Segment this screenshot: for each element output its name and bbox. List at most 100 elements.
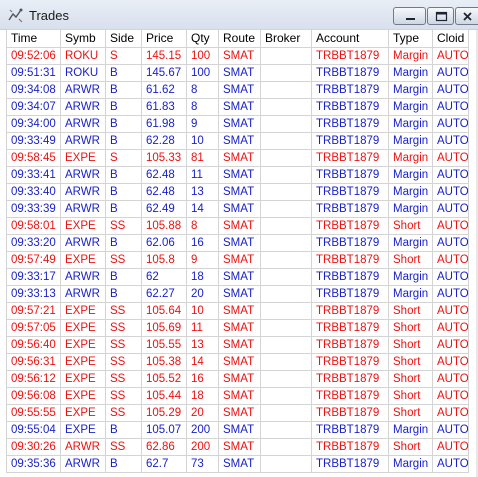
title-bar[interactable]: Trades — [0, 0, 478, 30]
table-row[interactable]: 09:33:13 ARWR B 62.27 20 SMAT TRBBT1879 Margin A… — [6, 285, 469, 303]
cell-cloid: AUTO — [432, 336, 469, 354]
cell-broker — [260, 132, 312, 150]
cell-time: 09:33:49 — [6, 132, 61, 150]
cell-qty: 73 — [186, 455, 219, 473]
cell-account: TRBBT1879 — [311, 234, 389, 252]
table-row[interactable]: 09:52:06 ROKU S 145.15 100 SMAT TRBBT1879 Margi… — [6, 47, 469, 65]
table-row[interactable]: 09:56:31 EXPE SS 105.38 14 SMAT TRBBT1879 Short… — [6, 353, 469, 371]
column-header-symb[interactable]: Symb — [60, 29, 106, 48]
cell-broker — [260, 336, 312, 354]
cell-qty: 14 — [186, 200, 219, 218]
cell-symb: ARWR — [60, 183, 106, 201]
header-row: Time Symb Side Price Qty Route Broker Account Ty… — [6, 29, 469, 48]
cell-type: Margin — [388, 81, 433, 99]
cell-qty: 11 — [186, 166, 219, 184]
cell-time: 09:35:36 — [6, 455, 61, 473]
close-button[interactable] — [455, 7, 478, 25]
column-header-side[interactable]: Side — [105, 29, 142, 48]
cell-symb: ARWR — [60, 455, 106, 473]
column-header-route[interactable]: Route — [218, 29, 261, 48]
maximize-button[interactable] — [427, 7, 454, 25]
cell-broker — [260, 285, 312, 303]
column-header-cloid[interactable]: Cloid — [432, 29, 469, 48]
table-row[interactable]: 09:58:45 EXPE S 105.33 81 SMAT TRBBT1879 Margin… — [6, 149, 469, 167]
cell-qty: 14 — [186, 353, 219, 371]
table-row[interactable]: 09:55:04 EXPE B 105.07 200 SMAT TRBBT1879 Margi… — [6, 421, 469, 439]
cell-type: Margin — [388, 64, 433, 82]
table-row[interactable]: 09:57:05 EXPE SS 105.69 11 SMAT TRBBT1879 Short… — [6, 319, 469, 337]
cell-symb: EXPE — [60, 149, 106, 167]
cell-type: Margin — [388, 455, 433, 473]
cell-symb: ARWR — [60, 132, 106, 150]
minimize-button[interactable] — [393, 7, 426, 25]
table-row[interactable]: 09:57:49 EXPE SS 105.8 9 SMAT TRBBT1879 Short AU… — [6, 251, 469, 269]
table-row[interactable]: 09:56:12 EXPE SS 105.52 16 SMAT TRBBT1879 Short… — [6, 370, 469, 388]
cell-price: 105.69 — [141, 319, 187, 337]
table-row[interactable]: 09:55:55 EXPE SS 105.29 20 SMAT TRBBT1879 Short… — [6, 404, 469, 422]
cell-price: 145.67 — [141, 64, 187, 82]
cell-time: 09:57:49 — [6, 251, 61, 269]
cell-time: 09:34:07 — [6, 98, 61, 116]
table-row[interactable]: 09:56:08 EXPE SS 105.44 18 SMAT TRBBT1879 Short… — [6, 387, 469, 405]
cell-qty: 16 — [186, 234, 219, 252]
cell-broker — [260, 438, 312, 456]
cell-cloid: AUTO — [432, 132, 469, 150]
table-row[interactable]: 09:33:17 ARWR B 62 18 SMAT TRBBT1879 Margin AUTO — [6, 268, 469, 286]
table-row[interactable]: 09:33:40 ARWR B 62.48 13 SMAT TRBBT1879 Margin A… — [6, 183, 469, 201]
table-row[interactable]: 09:33:20 ARWR B 62.06 16 SMAT TRBBT1879 Margin A… — [6, 234, 469, 252]
table-header: Time Symb Side Price Qty Route Broker Account Ty… — [6, 29, 469, 48]
table-row[interactable]: 09:57:21 EXPE SS 105.64 10 SMAT TRBBT1879 Short… — [6, 302, 469, 320]
cell-type: Margin — [388, 166, 433, 184]
table-row[interactable]: 09:33:49 ARWR B 62.28 10 SMAT TRBBT1879 Margin A… — [6, 132, 469, 150]
cell-cloid: AUTO — [432, 217, 469, 235]
cell-time: 09:33:17 — [6, 268, 61, 286]
cell-type: Margin — [388, 115, 433, 133]
cell-price: 61.62 — [141, 81, 187, 99]
cell-symb: ARWR — [60, 438, 106, 456]
cell-route: SMAT — [218, 64, 261, 82]
column-header-account[interactable]: Account — [311, 29, 389, 48]
table-row[interactable]: 09:33:41 ARWR B 62.48 11 SMAT TRBBT1879 Margin A… — [6, 166, 469, 184]
column-header-type[interactable]: Type — [388, 29, 433, 48]
cell-time: 09:52:06 — [6, 47, 61, 65]
table-row[interactable]: 09:34:07 ARWR B 61.83 8 SMAT TRBBT1879 Margin AU… — [6, 98, 469, 116]
cell-account: TRBBT1879 — [311, 353, 389, 371]
cell-time: 09:56:40 — [6, 336, 61, 354]
cell-type: Margin — [388, 98, 433, 116]
cell-symb: ROKU — [60, 47, 106, 65]
table-row[interactable]: 09:30:26 ARWR SS 62.86 200 SMAT TRBBT1879 Short… — [6, 438, 469, 456]
cell-broker — [260, 353, 312, 371]
cell-symb: EXPE — [60, 217, 106, 235]
column-header-broker[interactable]: Broker — [260, 29, 312, 48]
cell-type: Short — [388, 336, 433, 354]
cell-price: 105.52 — [141, 370, 187, 388]
trades-window-icon — [7, 6, 25, 24]
cell-account: TRBBT1879 — [311, 370, 389, 388]
cell-symb: ARWR — [60, 81, 106, 99]
cell-broker — [260, 268, 312, 286]
cell-side: S — [105, 149, 142, 167]
cell-route: SMAT — [218, 404, 261, 422]
cell-route: SMAT — [218, 387, 261, 405]
table-row[interactable]: 09:58:01 EXPE SS 105.88 8 SMAT TRBBT1879 Short A… — [6, 217, 469, 235]
column-header-price[interactable]: Price — [141, 29, 187, 48]
cell-route: SMAT — [218, 438, 261, 456]
cell-route: SMAT — [218, 336, 261, 354]
table-row[interactable]: 09:34:00 ARWR B 61.98 9 SMAT TRBBT1879 Margin AU… — [6, 115, 469, 133]
table-row[interactable]: 09:33:39 ARWR B 62.49 14 SMAT TRBBT1879 Margin A… — [6, 200, 469, 218]
cell-route: SMAT — [218, 132, 261, 150]
cell-cloid: AUTO — [432, 149, 469, 167]
cell-qty: 200 — [186, 421, 219, 439]
column-header-qty[interactable]: Qty — [186, 29, 219, 48]
cell-price: 62.48 — [141, 166, 187, 184]
table-row[interactable]: 09:34:08 ARWR B 61.62 8 SMAT TRBBT1879 Margin AU… — [6, 81, 469, 99]
column-header-time[interactable]: Time — [6, 29, 61, 48]
cell-qty: 20 — [186, 404, 219, 422]
table-row[interactable]: 09:56:40 EXPE SS 105.55 13 SMAT TRBBT1879 Short… — [6, 336, 469, 354]
cell-time: 09:34:00 — [6, 115, 61, 133]
table-row[interactable]: 09:51:31 ROKU B 145.67 100 SMAT TRBBT1879 Margi… — [6, 64, 469, 82]
cell-qty: 100 — [186, 64, 219, 82]
cell-account: TRBBT1879 — [311, 268, 389, 286]
table-row[interactable]: 09:35:36 ARWR B 62.7 73 SMAT TRBBT1879 Margin AU… — [6, 455, 469, 473]
cell-cloid: AUTO — [432, 438, 469, 456]
